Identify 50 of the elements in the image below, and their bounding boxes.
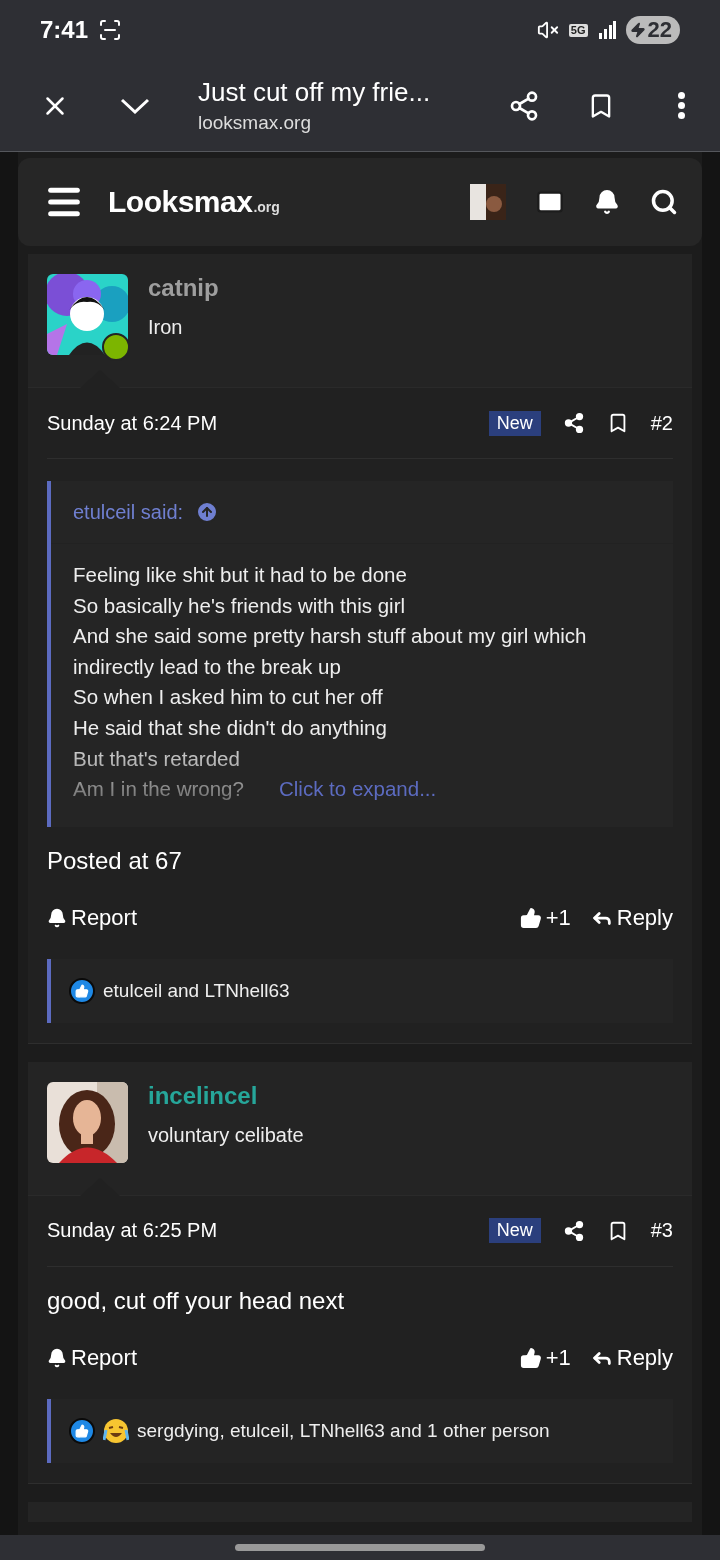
user-avatar-icon[interactable]: [470, 184, 506, 220]
share-icon[interactable]: [562, 1219, 585, 1242]
quote-line: He said that she didn't do anything: [73, 714, 387, 741]
new-badge: New: [488, 1218, 541, 1244]
reactions-text: sergdying, etulceil, LTNhell63 and 1 other person: [137, 1419, 550, 1442]
gesture-handle[interactable]: [235, 1544, 485, 1551]
reply-button[interactable]: Reply: [590, 904, 673, 931]
bell-icon: [47, 1347, 67, 1368]
network-type: 5G: [568, 23, 588, 37]
post-number[interactable]: #3: [650, 1219, 673, 1243]
quote-author[interactable]: etulceil said:: [73, 500, 184, 524]
username[interactable]: incelincel: [148, 1081, 304, 1110]
reactions-text: etulceil and LTNhell63: [103, 979, 290, 1002]
scan-frame-icon: [98, 18, 123, 42]
page-title: Just cut off my frie...: [198, 77, 432, 108]
post-body: Posted at 67: [47, 845, 183, 876]
status-time: 7:41: [40, 16, 89, 44]
report-button[interactable]: Report: [47, 1344, 138, 1371]
quote-line: Am I in the wrong?: [73, 776, 244, 803]
username[interactable]: catnip: [148, 274, 219, 302]
quote-line: So basically he's friends with this girl: [73, 592, 406, 619]
user-title: voluntary celibate: [148, 1123, 304, 1147]
reply-button[interactable]: Reply: [590, 1344, 673, 1371]
chevron-down-icon: [120, 97, 150, 114]
quote-line: But that's retarded: [73, 745, 240, 772]
thumbs-up-icon: [519, 1346, 542, 1369]
bell-icon: [47, 907, 67, 928]
mute-icon: [536, 19, 559, 41]
thumbs-up-icon: [519, 906, 542, 929]
signal-icon: [597, 21, 616, 39]
quote-line: And she said some pretty harsh stuff about my girl which indirectly lead to the break up: [73, 623, 588, 680]
post-date[interactable]: Sunday at 6:25 PM: [47, 1219, 218, 1243]
post-body: good, cut off your head next: [47, 1285, 346, 1316]
report-button[interactable]: Report: [47, 904, 138, 931]
new-badge: New: [488, 410, 541, 436]
page-url: looksmax.org: [198, 112, 312, 134]
user-title: Iron: [148, 316, 184, 339]
like-button[interactable]: +1: [519, 904, 571, 931]
more-vertical-icon: [677, 92, 685, 119]
site-logo-suffix: .org: [253, 199, 280, 215]
battery-indicator: 22: [625, 16, 680, 44]
site-logo[interactable]: Looksmax: [108, 185, 253, 219]
post-date[interactable]: Sunday at 6:24 PM: [47, 411, 218, 435]
search-icon[interactable]: [650, 188, 678, 216]
notifications-icon[interactable]: [594, 189, 620, 215]
share-icon[interactable]: [562, 412, 585, 434]
post-number[interactable]: #2: [650, 411, 673, 435]
quote-line: So when I asked him to cut her off: [73, 684, 383, 711]
quote-line: Feeling like shit but it had to be done: [73, 562, 407, 588]
like-button[interactable]: +1: [519, 1344, 571, 1371]
